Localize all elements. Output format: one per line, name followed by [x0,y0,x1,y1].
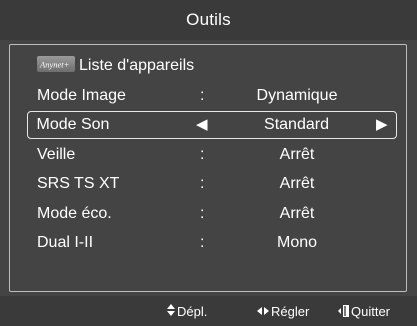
menu-item-label: Mode éco. [37,205,112,222]
menu-item-label: Mode Son [36,115,110,133]
anynet-logo-icon: Anynet+ [37,56,75,72]
menu-item-srs-ts-xt[interactable]: SRS TS XT : Arrêt [27,170,397,198]
menu-footer: Dépl. Régler Quitter [0,296,417,326]
hint-exit-label: Quitter [351,304,391,319]
menu-item-value: Arrêt [279,205,315,222]
arrow-left-icon[interactable]: ◀ [196,115,208,135]
menu-item-device-list[interactable]: Anynet+ Liste d'appareils [27,51,397,79]
menu-item-label: Anynet+ Liste d'appareils [37,56,194,75]
hint-move: Dépl. [167,304,207,319]
menu-item-separator: : [200,175,205,192]
menu-item-picture-mode[interactable]: Mode Image : Dynamique [27,82,397,110]
menu-item-label-text: Liste d'appareils [79,57,195,74]
menu-item-dual[interactable]: Dual I-II : Mono [27,229,397,257]
menu-item-value: Arrêt [279,175,315,192]
menu-body: Anynet+ Liste d'appareils Mode Image : D… [0,40,417,296]
menu-item-separator: : [200,205,205,222]
menu-item-value: Standard [264,115,329,133]
exit-door-icon [338,304,349,321]
menu-item-label: SRS TS XT [37,175,120,192]
menu-item-value: Mono [276,234,318,251]
up-down-arrow-icon [167,304,175,318]
menu-item-value: Dynamique [256,87,338,104]
menu-item-sleep[interactable]: Veille : Arrêt [27,141,397,169]
menu-item-label: Veille [37,146,76,163]
hint-move-label: Dépl. [177,304,208,319]
menu-item-label: Dual I-II [37,234,94,251]
left-right-arrow-icon [257,307,269,317]
tools-menu: Outils Anynet+ Liste d'appareils Mode Im… [0,0,417,326]
menu-title-bar: Outils [0,0,417,40]
hint-exit: Quitter [338,304,390,321]
menu-item-label: Mode Image [37,87,126,104]
menu-item-separator: : [200,87,205,104]
menu-item-value: Arrêt [279,146,315,163]
menu-item-sound-mode[interactable]: Mode Son ◀ Standard ▶ [27,111,397,139]
menu-item-separator: : [200,146,205,163]
menu-title: Outils [186,10,231,29]
menu-item-eco-mode[interactable]: Mode éco. : Arrêt [27,200,397,228]
menu-item-separator: : [200,234,205,251]
arrow-right-icon[interactable]: ▶ [376,115,388,135]
hint-adjust: Régler [257,304,309,319]
anynet-logo-text: Anynet+ [39,60,69,70]
hint-adjust-label: Régler [271,304,310,319]
